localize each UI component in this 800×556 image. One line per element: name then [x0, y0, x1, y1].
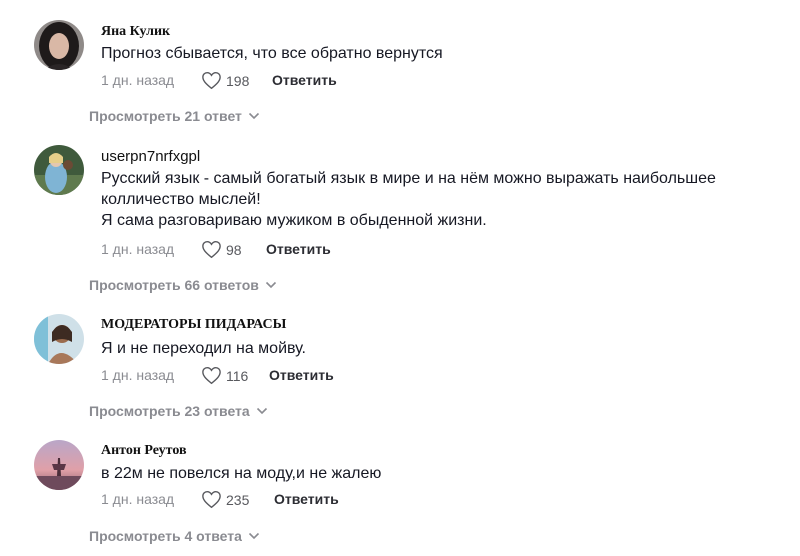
comment-text: в 22м не повелся на моду,и не жалею — [101, 465, 382, 482]
comment-username[interactable]: Антон Реутов — [101, 443, 187, 459]
comment-text: Русский язык - самый богатый язык в мире… — [101, 170, 716, 229]
heart-outline-icon — [202, 367, 221, 385]
avatar-image — [34, 440, 84, 490]
comment-username[interactable]: userpn7nrfxgpl — [101, 148, 200, 165]
reply-button[interactable]: Ответить — [272, 72, 337, 88]
heart-outline-icon — [202, 241, 221, 259]
heart-outline-icon — [202, 491, 221, 509]
avatar[interactable] — [34, 20, 84, 70]
like-count: 235 — [226, 491, 250, 508]
view-replies-button[interactable]: Просмотреть 66 ответов — [89, 277, 277, 293]
avatar-image — [34, 20, 84, 70]
like-count: 116 — [226, 367, 249, 384]
comment-time: 1 дн. назад — [101, 72, 175, 88]
comment-time: 1 дн. назад — [101, 491, 175, 507]
avatar[interactable] — [34, 145, 84, 195]
view-replies-label: Просмотреть 66 ответов — [89, 277, 259, 293]
like-button[interactable]: 198 — [201, 71, 249, 90]
reply-button[interactable]: Ответить — [274, 491, 339, 507]
chevron-down-icon — [256, 407, 267, 415]
like-button[interactable]: 116 — [201, 366, 248, 385]
view-replies-button[interactable]: Просмотреть 21 ответ — [89, 108, 260, 124]
avatar-image — [34, 314, 84, 364]
comment-text: Я и не переходил на мойву. — [101, 340, 306, 357]
comment-time: 1 дн. назад — [101, 241, 175, 257]
chevron-down-icon — [248, 112, 259, 120]
view-replies-label: Просмотреть 21 ответ — [89, 108, 242, 124]
view-replies-label: Просмотреть 4 ответа — [89, 528, 242, 544]
comment-time: 1 дн. назад — [101, 367, 175, 383]
view-replies-button[interactable]: Просмотреть 23 ответа — [89, 403, 268, 419]
view-replies-label: Просмотреть 23 ответа — [89, 403, 250, 419]
comment-text: Прогноз сбывается, что все обратно верну… — [101, 45, 443, 62]
view-replies-button[interactable]: Просмотреть 4 ответа — [89, 528, 260, 544]
like-button[interactable]: 235 — [201, 490, 249, 509]
reply-button[interactable]: Ответить — [269, 367, 334, 383]
avatar[interactable] — [34, 440, 84, 490]
avatar-image — [34, 145, 84, 195]
like-count: 198 — [226, 72, 250, 89]
reply-button[interactable]: Ответить — [266, 241, 331, 257]
chevron-down-icon — [248, 532, 259, 540]
heart-outline-icon — [202, 72, 221, 90]
comment-username[interactable]: МОДЕРАТОРЫ ПИДАРАСЫ — [101, 317, 286, 333]
like-count: 98 — [226, 241, 242, 258]
chevron-down-icon — [265, 281, 276, 289]
avatar[interactable] — [34, 314, 84, 364]
comment-username[interactable]: Яна Кулик — [101, 24, 170, 40]
like-button[interactable]: 98 — [201, 240, 242, 259]
